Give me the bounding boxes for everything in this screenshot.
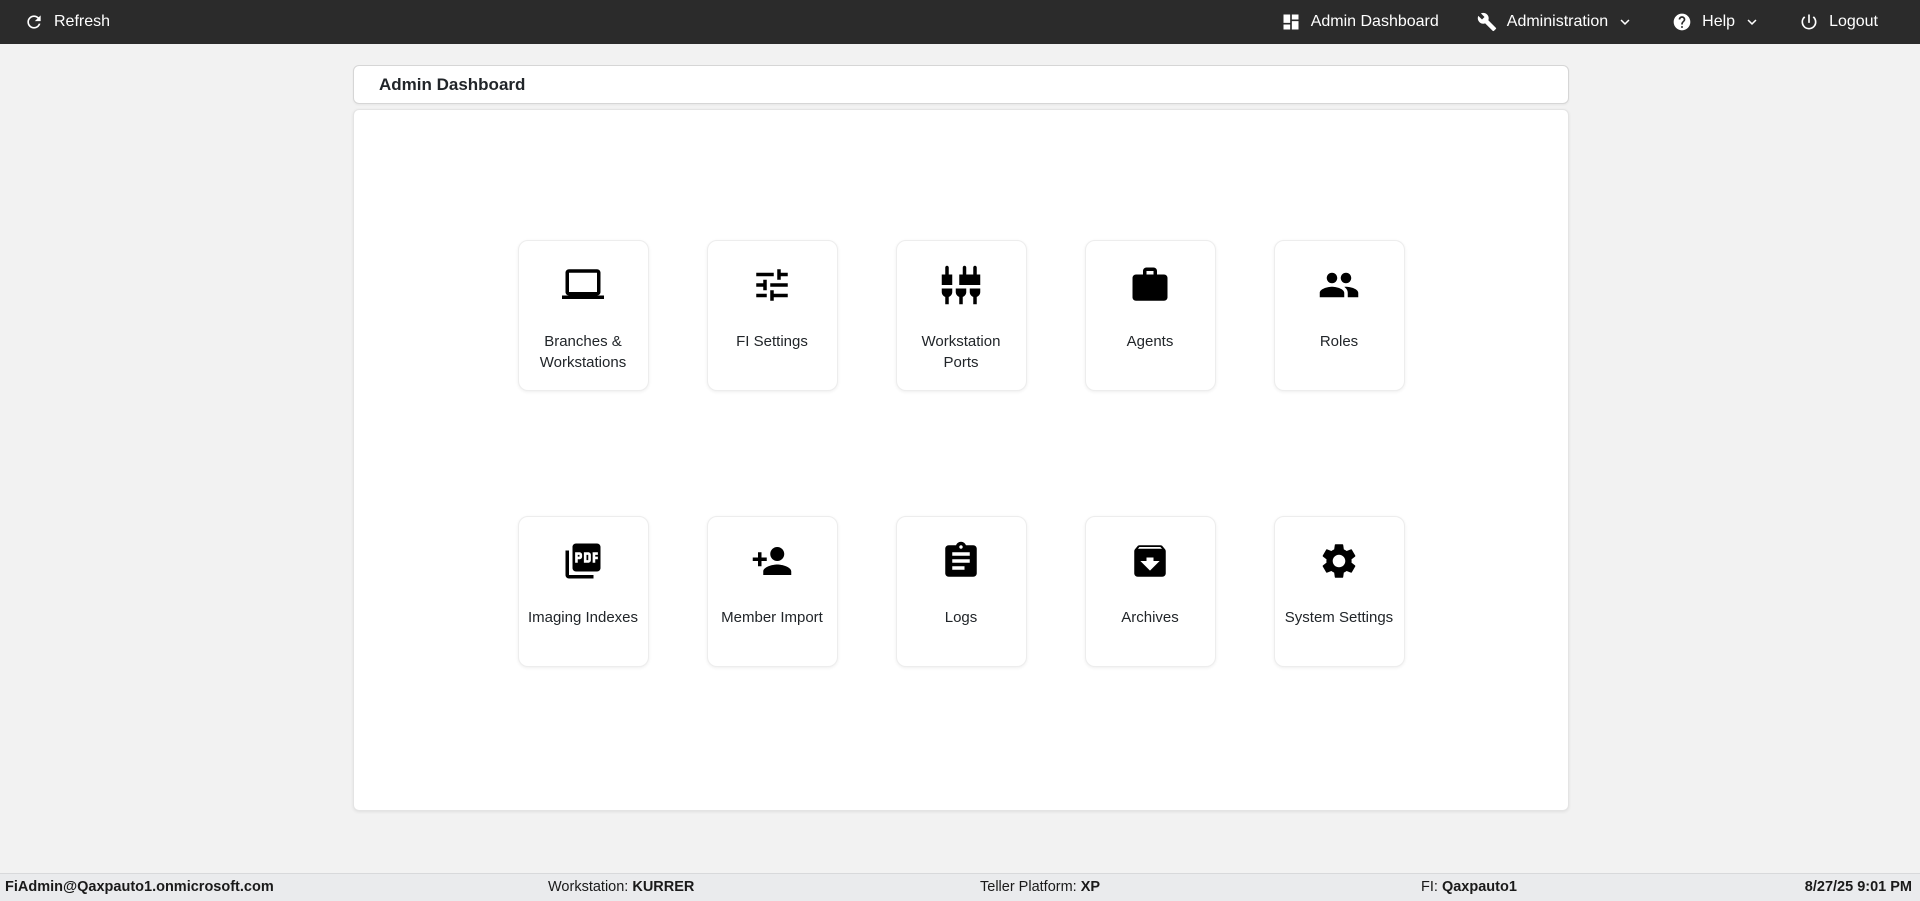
briefcase-icon [1129,264,1171,306]
status-teller-platform-label: Teller Platform: [980,879,1077,895]
tile-label: Workstation Ports [921,333,1001,371]
tile-archives[interactable]: Archives [1084,516,1216,667]
refresh-button[interactable]: Refresh [24,12,110,32]
tile-label: Branches & Workstations [539,333,627,371]
pdf-icon [562,540,604,582]
refresh-icon [27,15,41,29]
tile-label: FI Settings [736,333,808,350]
tile-roles[interactable]: Roles [1273,240,1405,391]
tile-row-1: Branches & Workstations FI Settings Work… [354,240,1568,391]
tile-label: Imaging Indexes [527,609,639,626]
nav-item-admin-dashboard[interactable]: Admin Dashboard [1281,12,1439,32]
people-icon [1318,264,1360,306]
tile-label: Roles [1319,333,1359,350]
nav-item-label: Help [1702,13,1736,30]
person-add-icon [751,540,793,582]
nav-item-label: Admin Dashboard [1310,13,1439,30]
tile-label: Member Import [721,609,823,626]
wrench-icon [1477,12,1496,32]
chevron-down-icon [1747,19,1757,25]
status-workstation-value: KURRER [632,879,695,895]
nav-item-logout[interactable]: Logout [1799,12,1878,32]
navbar-right-group: Admin Dashboard Administration Help Logo… [1281,12,1878,32]
dashboard-icon [1283,14,1299,30]
tile-agents[interactable]: Agents [1084,240,1216,391]
status-fi-value: Qaxpauto1 [1441,879,1517,895]
nav-item-label: Administration [1506,13,1609,30]
gear-icon [1318,540,1360,582]
nav-item-label: Logout [1829,13,1878,30]
tile-label: System Settings [1284,609,1394,626]
status-workstation-label: Workstation: [548,879,629,895]
refresh-label: Refresh [54,13,111,30]
tile-row-2: Imaging Indexes Member Import Logs Archi… [354,516,1568,667]
chevron-down-icon [1620,19,1630,25]
nav-item-administration[interactable]: Administration [1477,12,1634,32]
dashboard-content-card: Branches & Workstations FI Settings Work… [353,109,1569,811]
help-icon [1673,13,1691,31]
clipboard-icon [940,540,982,582]
tile-label: Agents [1126,333,1174,350]
page-title-card: Admin Dashboard [353,65,1569,104]
tile-imaging-indexes[interactable]: Imaging Indexes [517,516,649,667]
tile-member-import[interactable]: Member Import [706,516,838,667]
status-teller-platform-value: XP [1080,879,1101,895]
status-fi-label: FI: [1421,879,1438,895]
tune-icon [751,264,793,306]
nav-item-help[interactable]: Help [1672,12,1761,32]
ports-icon [940,264,982,306]
status-datetime: 8/27/25 9:01 PM [1804,879,1912,895]
tile-system-settings[interactable]: System Settings [1273,516,1405,667]
status-workstation: Workstation: KURRER [548,879,694,895]
archive-icon [1129,540,1171,582]
power-icon [1801,14,1817,30]
tile-label: Archives [1121,609,1179,626]
tile-branches-workstations[interactable]: Branches & Workstations [517,240,649,391]
status-teller-platform: Teller Platform: XP [980,879,1100,895]
top-navbar: Refresh Admin Dashboard Administration H… [0,0,1920,44]
status-fi: FI: Qaxpauto1 [1421,879,1517,895]
tile-fi-settings[interactable]: FI Settings [706,240,838,391]
laptop-icon [562,264,604,306]
status-bar: FiAdmin@Qaxpauto1.onmicrosoft.com Workst… [0,873,1920,901]
tile-label: Logs [944,609,978,626]
tile-workstation-ports[interactable]: Workstation Ports [895,240,1027,391]
status-user: FiAdmin@Qaxpauto1.onmicrosoft.com [5,879,274,895]
tile-logs[interactable]: Logs [895,516,1027,667]
page-title: Admin Dashboard [379,74,526,94]
